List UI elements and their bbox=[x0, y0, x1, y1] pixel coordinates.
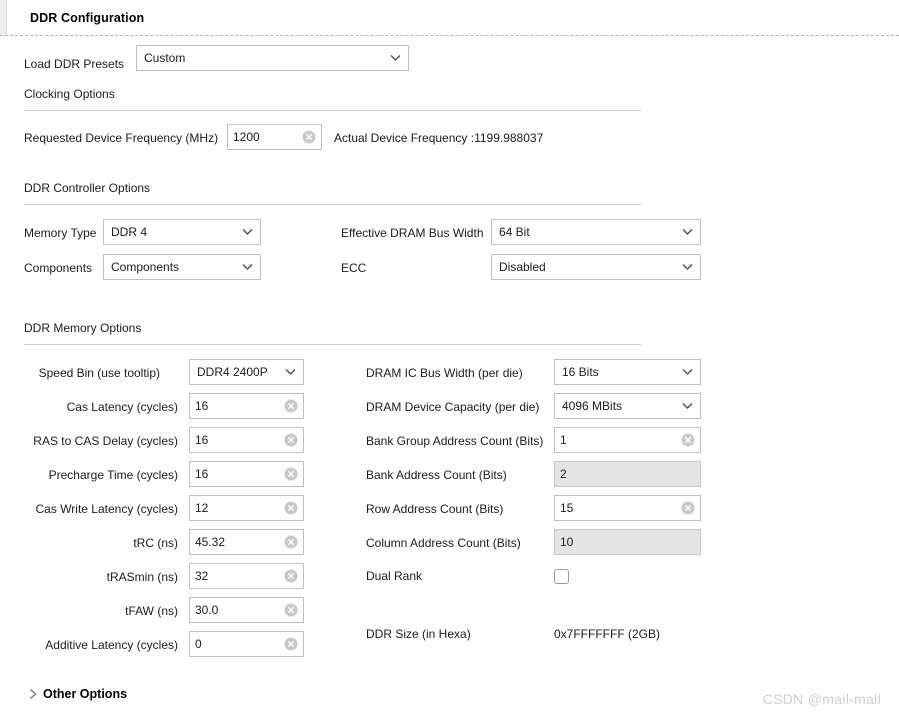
section-rule-clocking bbox=[24, 110, 641, 111]
precharge-time-input[interactable]: 16 bbox=[189, 461, 304, 487]
clear-circle-icon[interactable] bbox=[284, 399, 298, 413]
clear-circle-icon[interactable] bbox=[284, 501, 298, 515]
cas-latency-input[interactable]: 16 bbox=[189, 393, 304, 419]
column-address-count-label: Column Address Count (Bits) bbox=[366, 536, 521, 550]
additive-latency-label: Additive Latency (cycles) bbox=[45, 638, 178, 652]
bank-group-address-count-value: 1 bbox=[560, 433, 567, 447]
requested-device-frequency-label: Requested Device Frequency (MHz) bbox=[24, 131, 219, 145]
trasmin-input[interactable]: 32 bbox=[189, 563, 304, 589]
memory-type-label: Memory Type bbox=[24, 226, 97, 240]
cas-write-latency-value: 12 bbox=[195, 501, 209, 515]
load-ddr-presets-label: Load DDR Presets bbox=[24, 57, 125, 71]
chevron-down-icon bbox=[682, 402, 693, 410]
ecc-label: ECC bbox=[341, 261, 367, 275]
additive-latency-value: 0 bbox=[195, 637, 202, 651]
configuration-form: Load DDR Presets Custom Clocking Options… bbox=[0, 36, 899, 724]
trc-value: 45.32 bbox=[195, 535, 226, 549]
chevron-down-icon bbox=[390, 54, 401, 62]
ras-to-cas-delay-input[interactable]: 16 bbox=[189, 427, 304, 453]
row-address-count-value: 15 bbox=[560, 501, 574, 515]
tfaw-input[interactable]: 30.0 bbox=[189, 597, 304, 623]
tfaw-value: 30.0 bbox=[195, 603, 219, 617]
section-ddr-memory-options: DDR Memory Options bbox=[24, 321, 142, 335]
clear-circle-icon[interactable] bbox=[284, 535, 298, 549]
trc-label: tRC (ns) bbox=[133, 536, 178, 550]
ddr-size-value: 0x7FFFFFFF (2GB) bbox=[554, 627, 660, 641]
bank-address-count-value: 2 bbox=[560, 467, 567, 481]
chevron-down-icon bbox=[285, 368, 296, 376]
chevron-right-icon[interactable] bbox=[28, 688, 38, 700]
memory-type-select[interactable]: DDR 4 bbox=[103, 219, 261, 245]
column-address-count-value: 10 bbox=[560, 535, 574, 549]
section-rule-controller bbox=[24, 204, 641, 205]
ras-to-cas-delay-value: 16 bbox=[195, 433, 209, 447]
dual-rank-label: Dual Rank bbox=[366, 569, 423, 583]
cas-write-latency-label: Cas Write Latency (cycles) bbox=[35, 502, 178, 516]
trasmin-value: 32 bbox=[195, 569, 209, 583]
dram-device-capacity-value: 4096 MBits bbox=[562, 399, 623, 413]
actual-device-frequency-text: Actual Device Frequency :1199.988037 bbox=[334, 131, 544, 145]
load-ddr-presets-value: Custom bbox=[144, 51, 186, 65]
section-clocking-options: Clocking Options bbox=[24, 87, 115, 101]
chevron-down-icon bbox=[682, 368, 693, 376]
dram-device-capacity-label: DRAM Device Capacity (per die) bbox=[366, 400, 540, 414]
cas-latency-value: 16 bbox=[195, 399, 209, 413]
clear-circle-icon[interactable] bbox=[681, 433, 695, 447]
chevron-down-icon bbox=[682, 228, 693, 236]
section-ddr-controller-options: DDR Controller Options bbox=[24, 181, 151, 195]
trasmin-label: tRASmin (ns) bbox=[106, 570, 178, 584]
bank-group-address-count-label: Bank Group Address Count (Bits) bbox=[366, 434, 544, 448]
ecc-value: Disabled bbox=[499, 260, 546, 274]
components-value: Components bbox=[111, 260, 180, 274]
column-address-count-input: 10 bbox=[554, 529, 701, 555]
effective-dram-bus-width-label: Effective DRAM Bus Width bbox=[341, 226, 484, 240]
additive-latency-input[interactable]: 0 bbox=[189, 631, 304, 657]
trc-input[interactable]: 45.32 bbox=[189, 529, 304, 555]
components-label: Components bbox=[24, 261, 93, 275]
bank-group-address-count-input[interactable]: 1 bbox=[554, 427, 701, 453]
load-ddr-presets-select[interactable]: Custom bbox=[136, 45, 409, 71]
precharge-time-value: 16 bbox=[195, 467, 209, 481]
dram-ic-bus-width-select[interactable]: 16 Bits bbox=[554, 359, 701, 385]
clear-circle-icon[interactable] bbox=[284, 433, 298, 447]
ddr-size-label: DDR Size (in Hexa) bbox=[366, 627, 471, 641]
dram-ic-bus-width-label: DRAM IC Bus Width (per die) bbox=[366, 366, 523, 380]
clear-circle-icon[interactable] bbox=[284, 467, 298, 481]
clear-circle-icon[interactable] bbox=[284, 603, 298, 617]
dual-rank-checkbox[interactable] bbox=[554, 569, 569, 584]
clear-circle-icon[interactable] bbox=[681, 501, 695, 515]
requested-device-frequency-value: 1200 bbox=[233, 130, 260, 144]
effective-dram-bus-width-value: 64 Bit bbox=[499, 225, 530, 239]
tfaw-label: tFAW (ns) bbox=[125, 604, 178, 618]
components-select[interactable]: Components bbox=[103, 254, 261, 280]
memory-type-value: DDR 4 bbox=[111, 225, 148, 239]
page-title: DDR Configuration bbox=[30, 11, 145, 25]
watermark: CSDN @mail-mail bbox=[762, 691, 881, 707]
dram-ic-bus-width-value: 16 Bits bbox=[562, 365, 599, 379]
row-address-count-input[interactable]: 15 bbox=[554, 495, 701, 521]
speed-bin-select[interactable]: DDR4 2400P bbox=[189, 359, 304, 385]
row-address-count-label: Row Address Count (Bits) bbox=[366, 502, 504, 516]
cas-write-latency-input[interactable]: 12 bbox=[189, 495, 304, 521]
chevron-down-icon bbox=[242, 263, 253, 271]
bank-address-count-label: Bank Address Count (Bits) bbox=[366, 468, 507, 482]
speed-bin-value: DDR4 2400P bbox=[197, 365, 268, 379]
requested-device-frequency-input[interactable]: 1200 bbox=[227, 124, 322, 150]
clear-circle-icon[interactable] bbox=[302, 130, 316, 144]
dram-device-capacity-select[interactable]: 4096 MBits bbox=[554, 393, 701, 419]
other-options-toggle[interactable]: Other Options bbox=[43, 687, 127, 701]
chevron-down-icon bbox=[682, 263, 693, 271]
ecc-select[interactable]: Disabled bbox=[491, 254, 701, 280]
ras-to-cas-delay-label: RAS to CAS Delay (cycles) bbox=[33, 434, 178, 448]
speed-bin-label: Speed Bin (use tooltip) bbox=[38, 366, 160, 380]
clear-circle-icon[interactable] bbox=[284, 637, 298, 651]
bank-address-count-input: 2 bbox=[554, 461, 701, 487]
section-rule-memory bbox=[24, 344, 641, 345]
effective-dram-bus-width-select[interactable]: 64 Bit bbox=[491, 219, 701, 245]
precharge-time-label: Precharge Time (cycles) bbox=[48, 468, 178, 482]
chevron-down-icon bbox=[242, 228, 253, 236]
cas-latency-label: Cas Latency (cycles) bbox=[66, 400, 178, 414]
clear-circle-icon[interactable] bbox=[284, 569, 298, 583]
